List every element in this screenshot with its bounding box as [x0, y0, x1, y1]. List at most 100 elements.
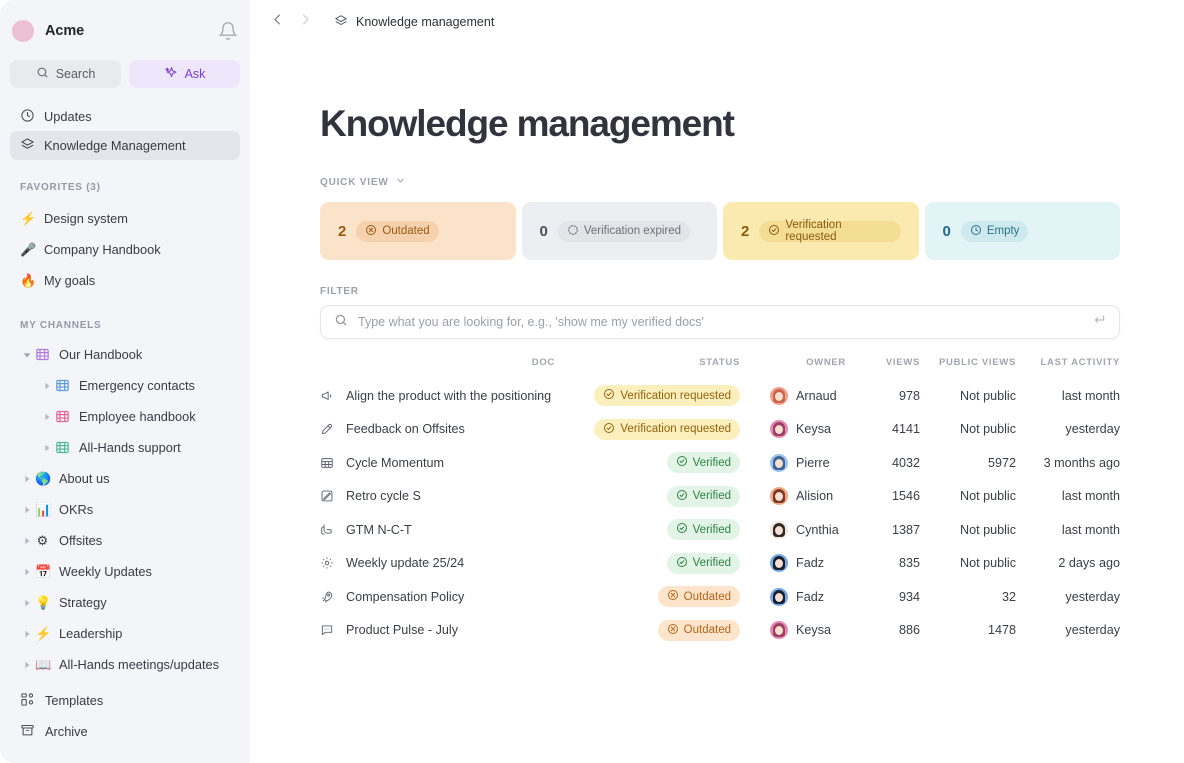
cell-public-views: Not public: [920, 547, 1016, 581]
cell-owner[interactable]: Fadz: [740, 547, 846, 581]
search-input[interactable]: [358, 315, 1082, 329]
status-icon: [676, 522, 688, 537]
table-row[interactable]: Product Pulse - JulyOutdatedKeysa8861478…: [320, 614, 1120, 648]
cell-status[interactable]: Verified: [555, 446, 740, 480]
cell-doc[interactable]: Cycle Momentum: [320, 446, 555, 480]
filter-search-box[interactable]: [320, 305, 1120, 339]
cell-owner[interactable]: Pierre: [740, 446, 846, 480]
cell-owner[interactable]: Keysa: [740, 413, 846, 447]
cell-status[interactable]: Outdated: [555, 614, 740, 648]
column-header-public-views[interactable]: PUBLIC VIEWS: [920, 357, 1016, 379]
quick-view-card[interactable]: 2Outdated: [320, 202, 516, 260]
expand-caret-icon[interactable]: [20, 506, 34, 514]
expand-caret-icon[interactable]: [20, 661, 34, 669]
cell-doc[interactable]: Retro cycle S: [320, 480, 555, 514]
sidebar-channel-item[interactable]: ⚙Offsites: [0, 525, 250, 556]
status-badge: Verified: [667, 486, 740, 507]
expand-caret-icon[interactable]: [40, 413, 54, 421]
sidebar-item-updates[interactable]: Updates: [10, 102, 240, 131]
sidebar-favorite-item[interactable]: 🎤Company Handbook: [0, 234, 250, 265]
sidebar-channel-item[interactable]: Emergency contacts: [0, 370, 250, 401]
expand-caret-icon[interactable]: [20, 537, 34, 545]
table-row[interactable]: Compensation PolicyOutdatedFadz93432yest…: [320, 580, 1120, 614]
sidebar-channel-item[interactable]: 🌎About us: [0, 463, 250, 494]
cell-doc[interactable]: Compensation Policy: [320, 580, 555, 614]
page-content: Knowledge management QUICK VIEW 2Outdate…: [250, 103, 1184, 647]
sidebar-channel-item[interactable]: 💡Strategy: [0, 587, 250, 618]
quick-view-card[interactable]: 0Empty: [925, 202, 1121, 260]
favorites-list: ⚡Design system🎤Company Handbook🔥My goals: [0, 203, 250, 296]
breadcrumb[interactable]: Knowledge management: [334, 14, 494, 31]
cell-status[interactable]: Verified: [555, 513, 740, 547]
cell-last-activity: last month: [1016, 379, 1120, 413]
column-header-status[interactable]: STATUS: [555, 357, 740, 379]
bar-chart-emoji: 📊: [34, 503, 51, 516]
status-badge: Outdated: [356, 221, 438, 242]
sidebar-favorite-item[interactable]: ⚡Design system: [0, 203, 250, 234]
cell-views: 886: [846, 614, 920, 648]
cell-status[interactable]: Verified: [555, 547, 740, 581]
back-button[interactable]: [264, 9, 290, 35]
column-header-last-activity[interactable]: LAST ACTIVITY: [1016, 357, 1120, 379]
table-row[interactable]: GTM N-C-TVerifiedCynthia1387Not publicla…: [320, 513, 1120, 547]
expand-caret-icon[interactable]: [20, 599, 34, 607]
quick-view-card[interactable]: 0Verification expired: [522, 202, 718, 260]
cell-owner[interactable]: Alision: [740, 480, 846, 514]
bell-icon[interactable]: [218, 21, 238, 41]
cell-doc[interactable]: Product Pulse - July: [320, 614, 555, 648]
quick-view-toggle[interactable]: QUICK VIEW: [320, 173, 406, 191]
sidebar-channel-item[interactable]: 📖All-Hands meetings/updates: [0, 649, 250, 680]
table-row[interactable]: Weekly update 25/24VerifiedFadz835Not pu…: [320, 547, 1120, 581]
sidebar-channel-item[interactable]: 📊OKRs: [0, 494, 250, 525]
ask-button[interactable]: Ask: [129, 60, 240, 88]
microphone-icon: [320, 422, 335, 436]
expand-caret-icon[interactable]: [20, 568, 34, 576]
search-button[interactable]: Search: [10, 60, 121, 88]
doc-title: Compensation Policy: [346, 590, 464, 604]
cell-doc[interactable]: GTM N-C-T: [320, 513, 555, 547]
sidebar-channel-item[interactable]: Employee handbook: [0, 401, 250, 432]
workspace-header[interactable]: Acme: [0, 8, 250, 54]
sidebar-item-templates[interactable]: Templates: [0, 685, 250, 716]
cell-owner[interactable]: Arnaud: [740, 379, 846, 413]
globe-emoji: 🌎: [35, 472, 50, 485]
table-row[interactable]: Feedback on OffsitesVerification request…: [320, 413, 1120, 447]
expand-caret-icon[interactable]: [40, 444, 54, 452]
cell-owner[interactable]: Keysa: [740, 614, 846, 648]
expand-caret-icon[interactable]: [40, 382, 54, 390]
expand-caret-icon[interactable]: [20, 475, 34, 483]
column-header-views[interactable]: VIEWS: [846, 357, 920, 379]
cell-owner[interactable]: Cynthia: [740, 513, 846, 547]
expand-caret-icon[interactable]: [20, 630, 34, 638]
doc-title: Retro cycle S: [346, 489, 421, 503]
quick-view-card[interactable]: 2Verification requested: [723, 202, 919, 260]
sidebar-channel-item[interactable]: Our Handbook: [0, 339, 250, 370]
expand-caret-icon[interactable]: [20, 351, 34, 359]
cell-status[interactable]: Verification requested: [555, 413, 740, 447]
status-badge: Verified: [667, 519, 740, 540]
sidebar-channel-item[interactable]: All-Hands support: [0, 432, 250, 463]
table-body: Align the product with the positioningVe…: [320, 379, 1120, 647]
cell-status[interactable]: Outdated: [555, 580, 740, 614]
column-header-doc[interactable]: DOC: [320, 357, 555, 379]
table-row[interactable]: Align the product with the positioningVe…: [320, 379, 1120, 413]
cell-status[interactable]: Verification requested: [555, 379, 740, 413]
sidebar-item-archive[interactable]: Archive: [0, 716, 250, 747]
sidebar-channel-item[interactable]: ⚡Leadership: [0, 618, 250, 649]
cell-owner[interactable]: Fadz: [740, 580, 846, 614]
sidebar-channel-item[interactable]: 📅Weekly Updates: [0, 556, 250, 587]
cell-doc[interactable]: Feedback on Offsites: [320, 413, 555, 447]
column-header-owner[interactable]: OWNER: [740, 357, 846, 379]
cell-status[interactable]: Verified: [555, 480, 740, 514]
owner-name: Keysa: [796, 422, 831, 436]
table-row[interactable]: Retro cycle SVerifiedAlision1546Not publ…: [320, 480, 1120, 514]
channels-heading: MY CHANNELS: [0, 320, 250, 331]
sidebar-item-knowledge-management[interactable]: Knowledge Management: [10, 131, 240, 160]
enter-key-icon[interactable]: [1092, 313, 1106, 332]
status-badge: Outdated: [658, 620, 740, 641]
cell-doc[interactable]: Align the product with the positioning: [320, 379, 555, 413]
sidebar-favorite-item[interactable]: 🔥My goals: [0, 265, 250, 296]
cell-doc[interactable]: Weekly update 25/24: [320, 547, 555, 581]
table-row[interactable]: Cycle MomentumVerifiedPierre403259723 mo…: [320, 446, 1120, 480]
forward-button[interactable]: [292, 9, 318, 35]
